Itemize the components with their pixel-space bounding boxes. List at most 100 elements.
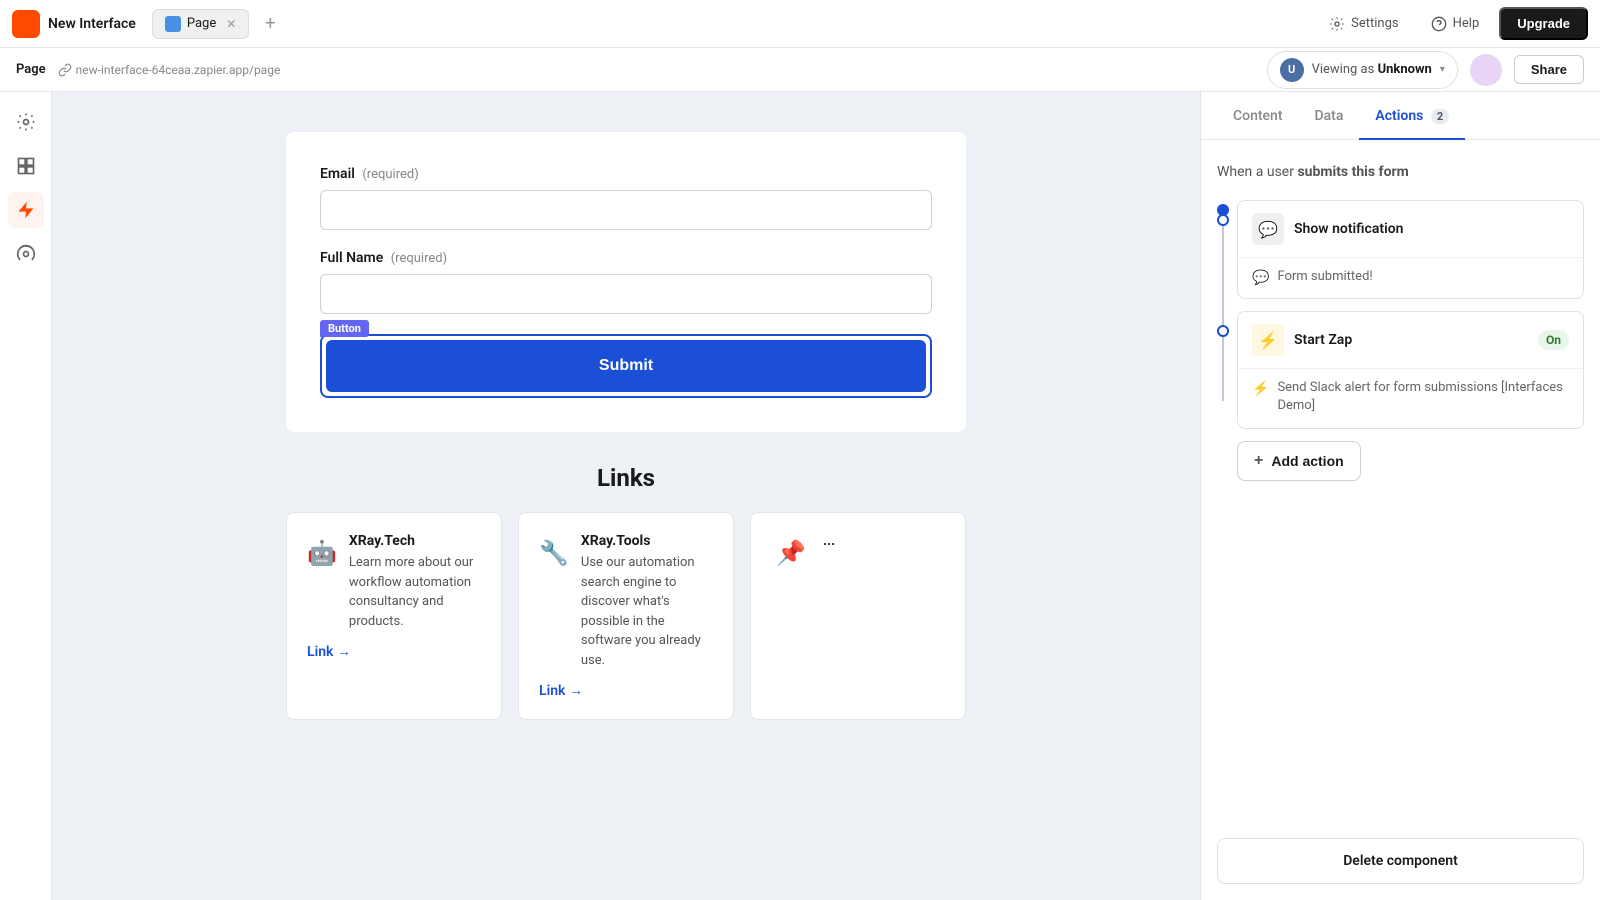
page-url-text: new-interface-64ceaa.zapier.app/page	[76, 63, 281, 77]
link-card-0-top: 🤖 XRay.Tech Learn more about our workflo…	[307, 533, 481, 631]
settings-nav-button[interactable]: Settings	[1317, 10, 1410, 38]
link-card-1-link[interactable]: Link →	[539, 682, 713, 699]
panel-tab-content[interactable]: Content	[1217, 92, 1299, 140]
link-card-0-desc: Learn more about our workflow automation…	[349, 553, 481, 631]
panel-tab-actions[interactable]: Actions 2	[1359, 92, 1465, 140]
links-title: Links	[286, 464, 966, 492]
email-required-tag: (required)	[362, 167, 418, 182]
button-wrapper: Submit	[320, 334, 932, 398]
action-body-0-text: Form submitted!	[1277, 268, 1372, 286]
action-card-0-header: 💬 Show notification	[1238, 201, 1583, 257]
link-card-1-top: 🔧 XRay.Tools Use our automation search e…	[539, 533, 713, 670]
app-title: New Interface	[48, 16, 136, 32]
tab-add-button[interactable]: +	[257, 9, 283, 38]
action-body-1-icon: ⚡	[1252, 381, 1269, 397]
fullname-field-group: Full Name (required)	[320, 250, 932, 314]
left-sidebar	[0, 92, 52, 900]
action-body-0-icon: 💬	[1252, 270, 1269, 286]
email-input[interactable]	[320, 190, 932, 230]
app-logo	[12, 10, 40, 38]
right-panel: Content Data Actions 2 When a user submi…	[1200, 92, 1600, 900]
user-profile-avatar[interactable]	[1470, 54, 1502, 86]
panel-actions-content: When a user submits this form 💬 Show not…	[1201, 140, 1600, 822]
fullname-required-tag: (required)	[391, 251, 447, 266]
sidebar-settings-icon[interactable]	[8, 104, 44, 140]
link-card-2: 📌 ...	[750, 512, 966, 720]
action-card-1-title: Start Zap	[1294, 332, 1528, 348]
canvas-area: Email (required) Full Name (required) Bu…	[52, 92, 1200, 900]
link-card-2-title: ...	[823, 533, 835, 549]
panel-tabs: Content Data Actions 2	[1201, 92, 1600, 140]
viewing-as-badge[interactable]: U Viewing as Unknown ▾	[1267, 51, 1458, 89]
flow-line	[1222, 208, 1224, 401]
tab-page-label: Page	[187, 16, 216, 31]
email-field-label: Email (required)	[320, 166, 932, 182]
action-node-1-dot	[1217, 325, 1229, 337]
chevron-down-icon: ▾	[1440, 64, 1445, 75]
link-card-1: 🔧 XRay.Tools Use our automation search e…	[518, 512, 734, 720]
link-card-0-link[interactable]: Link →	[307, 643, 481, 660]
action-node-0: 💬 Show notification 💬 Form submitted!	[1237, 200, 1584, 299]
submit-button[interactable]: Submit	[326, 340, 926, 392]
tab-close-button[interactable]: ✕	[226, 17, 236, 31]
link-card-2-top: 📌 ...	[771, 533, 945, 573]
user-avatar: U	[1280, 58, 1304, 82]
on-badge: On	[1538, 330, 1569, 350]
action-flow: 💬 Show notification 💬 Form submitted!	[1217, 200, 1584, 481]
action-card-0-body: 💬 Form submitted!	[1238, 257, 1583, 298]
trigger-action-text: submits this form	[1297, 164, 1408, 180]
sidebar-tools-icon[interactable]	[8, 236, 44, 272]
second-toolbar: Page new-interface-64ceaa.zapier.app/pag…	[0, 48, 1600, 92]
delete-component-button[interactable]: Delete component	[1217, 838, 1584, 884]
action-node-1: ⚡ Start Zap On ⚡ Send Slack alert for fo…	[1237, 311, 1584, 428]
trigger-prefix: When a user	[1217, 164, 1294, 180]
add-action-plus-icon: +	[1254, 452, 1263, 470]
add-action-label: Add action	[1271, 453, 1343, 469]
action-card-1-body: ⚡ Send Slack alert for form submissions …	[1238, 368, 1583, 427]
add-action-button[interactable]: + Add action	[1237, 441, 1361, 481]
link-card-0-icon: 🤖	[307, 533, 337, 573]
tab-page[interactable]: Page ✕	[152, 9, 249, 39]
upgrade-button[interactable]: Upgrade	[1499, 7, 1588, 40]
fullname-field-label: Full Name (required)	[320, 250, 932, 266]
button-tag: Button	[320, 320, 369, 337]
help-nav-label: Help	[1453, 16, 1480, 31]
panel-tab-data[interactable]: Data	[1299, 92, 1360, 140]
main-area: Email (required) Full Name (required) Bu…	[0, 92, 1600, 900]
link-card-1-title: XRay.Tools	[581, 533, 713, 549]
link-card-2-icon: 📌	[771, 533, 811, 573]
link-card-1-icon: 🔧	[539, 533, 569, 573]
action-card-1-header: ⚡ Start Zap On	[1238, 312, 1583, 368]
trigger-description: When a user submits this form	[1217, 164, 1584, 180]
top-nav: New Interface Page ✕ + Settings Help Upg…	[0, 0, 1600, 48]
tab-page-icon	[165, 16, 181, 32]
actions-count-badge: 2	[1431, 109, 1449, 124]
settings-nav-label: Settings	[1351, 16, 1398, 31]
link-card-1-desc: Use our automation search engine to disc…	[581, 553, 713, 670]
fullname-input[interactable]	[320, 274, 932, 314]
viewing-text: Viewing as Unknown	[1312, 62, 1432, 77]
action-card-1-icon: ⚡	[1252, 324, 1284, 356]
links-section: Links 🤖 XRay.Tech Learn more about our w…	[286, 432, 966, 720]
action-node-0-dot	[1217, 214, 1229, 226]
form-component: Email (required) Full Name (required) Bu…	[286, 132, 966, 432]
share-button[interactable]: Share	[1514, 55, 1584, 84]
help-nav-button[interactable]: Help	[1419, 10, 1492, 38]
link-card-0: 🤖 XRay.Tech Learn more about our workflo…	[286, 512, 502, 720]
sidebar-layout-icon[interactable]	[8, 148, 44, 184]
links-grid: 🤖 XRay.Tech Learn more about our workflo…	[286, 512, 966, 720]
page-url: new-interface-64ceaa.zapier.app/page	[58, 63, 281, 77]
settings-icon	[1329, 16, 1345, 32]
current-page-label: Page	[16, 62, 46, 77]
action-card-1[interactable]: ⚡ Start Zap On ⚡ Send Slack alert for fo…	[1237, 311, 1584, 428]
link-icon	[58, 63, 72, 77]
action-card-0-title: Show notification	[1294, 221, 1569, 237]
link-card-0-title: XRay.Tech	[349, 533, 481, 549]
action-body-1-text: Send Slack alert for form submissions [I…	[1277, 379, 1569, 415]
action-card-0-icon: 💬	[1252, 213, 1284, 245]
help-icon	[1431, 16, 1447, 32]
canvas-content: Email (required) Full Name (required) Bu…	[286, 132, 966, 900]
sidebar-zap-icon[interactable]	[8, 192, 44, 228]
email-field-group: Email (required)	[320, 166, 932, 230]
action-card-0[interactable]: 💬 Show notification 💬 Form submitted!	[1237, 200, 1584, 299]
